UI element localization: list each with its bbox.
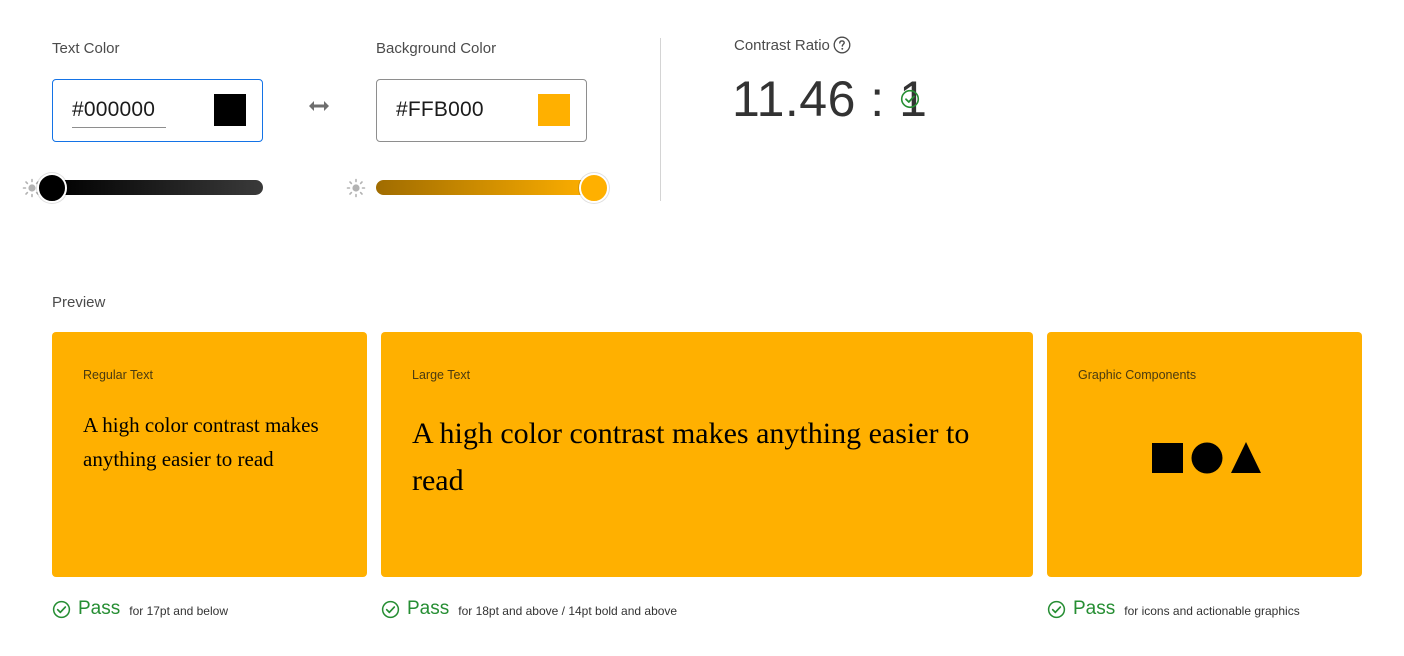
background-color-label: Background Color bbox=[376, 40, 497, 57]
regular-text-sample: A high color contrast makes anything eas… bbox=[83, 413, 319, 471]
pass-status: Pass bbox=[78, 598, 121, 619]
swap-arrows-icon[interactable] bbox=[306, 96, 332, 116]
triangle-shape bbox=[1231, 442, 1261, 473]
question-icon[interactable] bbox=[833, 36, 851, 54]
section-divider bbox=[660, 38, 661, 201]
check-circle-icon bbox=[900, 89, 920, 109]
regular-text-preview-card: Regular Text A high color contrast makes… bbox=[52, 332, 367, 577]
contrast-ratio-value: 11.46 : 1 bbox=[732, 71, 928, 127]
pass-status: Pass bbox=[407, 598, 450, 619]
background-lightness-sun-icon bbox=[346, 178, 366, 198]
text-color-input[interactable]: #000000 bbox=[52, 79, 263, 142]
text-lightness-slider-thumb[interactable] bbox=[37, 173, 67, 203]
graphic-components-title: Graphic Components bbox=[1078, 368, 1197, 382]
background-lightness-slider-thumb[interactable] bbox=[579, 173, 609, 203]
background-color-input[interactable]: #FFB000 bbox=[376, 79, 587, 142]
large-text-preview-card: Large Text A high color contrast makes a… bbox=[381, 332, 1033, 577]
pass-description: for 17pt and below bbox=[129, 604, 228, 618]
contrast-checker: Text Color #000000 Background Color #FFB… bbox=[0, 0, 1404, 656]
preview-label: Preview bbox=[52, 294, 106, 311]
large-text-title: Large Text bbox=[412, 368, 471, 382]
graphic-components-preview-card: Graphic Components bbox=[1047, 332, 1362, 577]
graphic-shapes bbox=[1152, 442, 1261, 474]
check-circle-icon bbox=[1047, 600, 1066, 618]
text-color-swatch[interactable] bbox=[214, 94, 246, 126]
text-color-hex-value[interactable]: #000000 bbox=[72, 98, 155, 122]
contrast-ratio-label: Contrast Ratio bbox=[734, 37, 830, 54]
pass-status: Pass bbox=[1073, 598, 1116, 619]
check-circle-icon bbox=[52, 600, 71, 618]
large-text-result: Pass for 18pt and above / 14pt bold and … bbox=[381, 597, 677, 621]
text-color-label: Text Color bbox=[52, 40, 120, 57]
pass-description: for icons and actionable graphics bbox=[1124, 604, 1300, 618]
check-circle-icon bbox=[381, 600, 400, 618]
background-lightness-slider-track[interactable] bbox=[376, 180, 594, 195]
graphic-components-result: Pass for icons and actionable graphics bbox=[1047, 597, 1300, 621]
regular-text-title: Regular Text bbox=[83, 368, 153, 382]
square-shape bbox=[1152, 443, 1183, 473]
regular-text-result: Pass for 17pt and below bbox=[52, 597, 228, 621]
large-text-sample: A high color contrast makes anything eas… bbox=[412, 417, 970, 497]
text-lightness-slider-track[interactable] bbox=[52, 180, 263, 195]
pass-description: for 18pt and above / 14pt bold and above bbox=[458, 604, 678, 618]
circle-shape bbox=[1191, 442, 1223, 474]
background-color-hex-value[interactable]: #FFB000 bbox=[396, 98, 484, 122]
text-color-hex-underline bbox=[72, 127, 166, 128]
background-color-swatch[interactable] bbox=[538, 94, 570, 126]
